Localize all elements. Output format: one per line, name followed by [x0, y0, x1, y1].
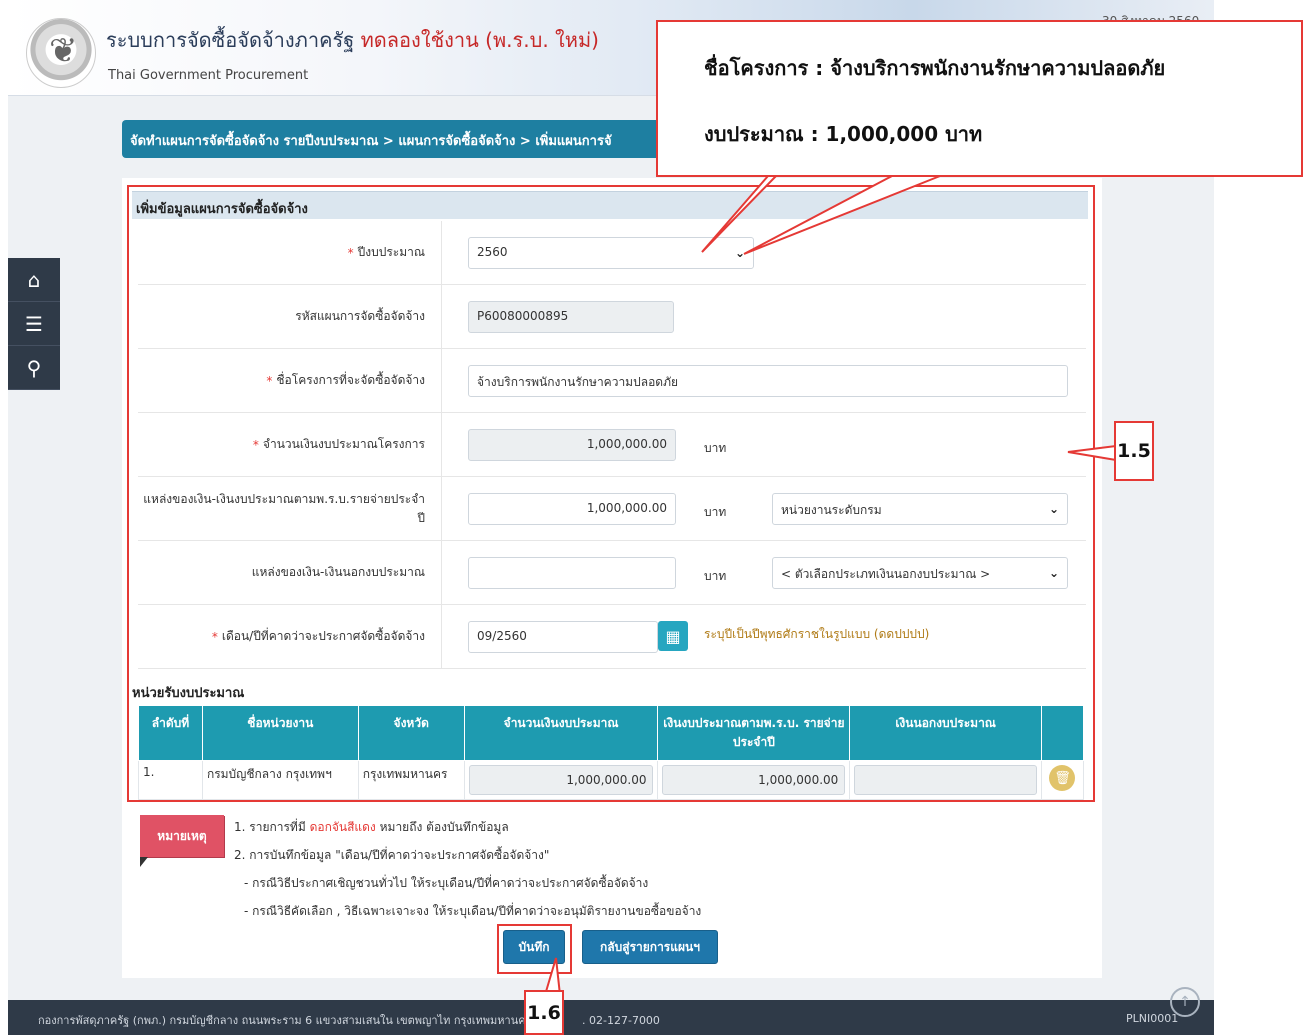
footer-phone: . 02-127-7000: [582, 1014, 660, 1027]
callout-project-name: ชื่อโครงการ : จ้างบริการพนักงานรักษาความ…: [704, 56, 1166, 80]
note-line-2: 2. การบันทึกข้อมูล "เดือน/ปีที่คาดว่าจะป…: [234, 848, 550, 862]
system-subtitle: Thai Government Procurement: [108, 68, 309, 83]
footer: กองการพัสดุภาครัฐ (กพภ.) กรมบัญชีกลาง ถน…: [8, 1000, 1214, 1035]
scroll-top-icon[interactable]: ↑: [1170, 987, 1200, 1017]
note-line-4: - กรณีวิธีคัดเลือก , วิธีเฉพาะเจาะจง ให้…: [244, 904, 702, 918]
note-line-3: - กรณีวิธีประกาศเชิญชวนทั่วไป ให้ระบุเดื…: [244, 876, 649, 890]
government-seal-logo: ❦: [26, 18, 96, 88]
note-tag: หมายเหตุ: [140, 815, 224, 867]
back-to-plans-button[interactable]: กลับสู่รายการแผนฯ: [582, 930, 718, 964]
note-line-1: 1. รายการที่มี ดอกจันสีแดง หมายถึง ต้องบ…: [234, 820, 509, 834]
save-highlight-box: [497, 924, 572, 974]
menu-icon[interactable]: ☰: [8, 302, 60, 346]
search-icon[interactable]: ⚲: [8, 346, 60, 390]
form-highlight-box: [127, 185, 1095, 802]
home-icon[interactable]: ⌂: [8, 258, 60, 302]
trial-label: ทดลองใช้งาน (พ.ร.บ. ใหม่): [360, 28, 599, 52]
callout-budget: งบประมาณ : 1,000,000 บาท: [704, 122, 983, 146]
step-label-1-5: 1.5: [1114, 421, 1154, 481]
system-title-text: ระบบการจัดซื้อจัดจ้างภาครัฐ: [106, 28, 355, 52]
breadcrumb: จัดทำแผนการจัดซื้อจัดจ้าง รายปีงบประมาณ …: [122, 120, 682, 158]
annotation-callout: ชื่อโครงการ : จ้างบริการพนักงานรักษาความ…: [656, 20, 1303, 177]
step-label-1-6: 1.6: [524, 990, 564, 1035]
system-title: ระบบการจัดซื้อจัดจ้างภาครัฐ ทดลองใช้งาน …: [106, 24, 599, 56]
footer-address: กองการพัสดุภาครัฐ (กพภ.) กรมบัญชีกลาง ถน…: [38, 1014, 543, 1027]
left-toolbar: ⌂ ☰ ⚲: [8, 258, 60, 390]
page-code: PLNI0001: [1126, 1012, 1179, 1025]
